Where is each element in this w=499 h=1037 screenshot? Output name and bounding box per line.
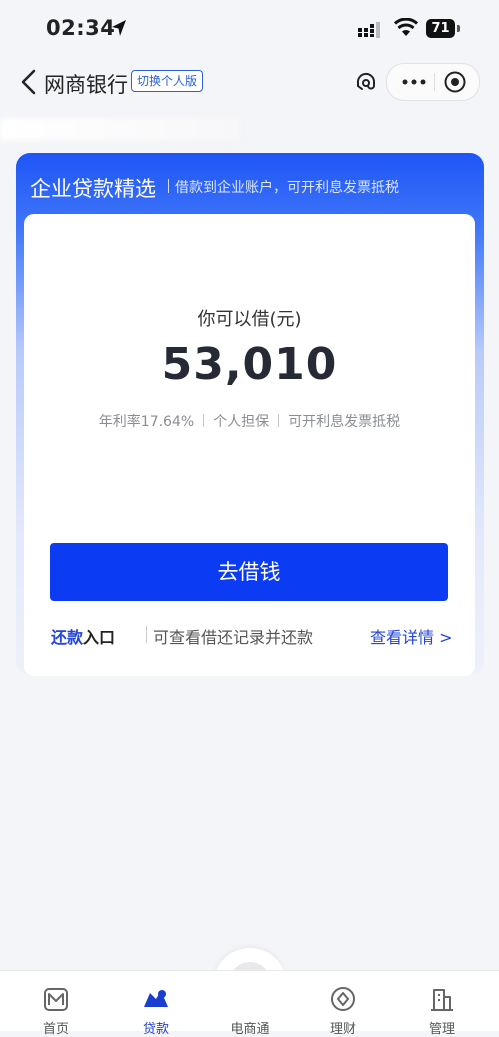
loan-icon <box>144 990 168 1007</box>
tab-management-label: 管理 <box>428 1022 455 1037</box>
wealth-icon <box>331 987 355 1011</box>
tab-home-label: 首页 <box>42 1022 69 1037</box>
notice-placeholder <box>0 118 240 140</box>
nav-bar: 网商银行 切换个人版 <box>0 60 499 104</box>
switch-personal-button[interactable]: 切换个人版 <box>131 70 204 92</box>
bottom-tab-bar: 首页 贷款 电商通 理财 管理 <box>0 970 499 1037</box>
tab-wealth[interactable]: 理财 <box>303 971 383 1037</box>
mini-program-capsule <box>386 63 480 101</box>
more-options-icon[interactable] <box>399 73 429 91</box>
close-target-icon[interactable] <box>443 70 467 94</box>
tab-ecommerce[interactable]: 电商通 <box>210 971 290 1037</box>
wifi-icon <box>394 18 418 36</box>
signal-icon <box>358 22 380 38</box>
loan-features: 年利率17.64% 个人担保 可开利息发票抵税 <box>24 411 475 431</box>
feature-guarantee: 个人担保 <box>213 414 270 430</box>
repay-description: 可查看借还记录并还款 <box>153 628 314 647</box>
repay-entry-rest: 入口 <box>83 628 116 647</box>
borrow-amount: 53,010 <box>161 339 338 390</box>
feature-rate: 年利率17.64% <box>98 414 195 430</box>
status-time: 02:34 <box>46 16 116 40</box>
capsule-divider <box>434 73 435 91</box>
battery-tip <box>457 25 460 32</box>
feature-invoice: 可开利息发票抵税 <box>288 414 401 430</box>
tab-wealth-label: 理财 <box>329 1022 356 1037</box>
home-icon <box>44 988 68 1011</box>
view-details-link[interactable]: 查看详情 > <box>370 624 453 648</box>
repay-divider <box>146 626 147 643</box>
customer-service-icon[interactable] <box>352 68 380 96</box>
tab-loan-label: 贷款 <box>142 1022 169 1037</box>
card-subtitle: 借款到企业账户，可开利息发票抵税 <box>168 177 399 197</box>
tab-home[interactable]: 首页 <box>16 971 96 1037</box>
status-bar: 02:34 71 <box>0 0 499 60</box>
back-arrow-icon[interactable] <box>18 68 38 96</box>
tab-loan[interactable]: 贷款 <box>116 971 196 1037</box>
page-title: 网商银行 <box>44 73 128 97</box>
card-title: 企业贷款精选 <box>30 177 156 201</box>
borrow-limit-label: 你可以借(元) <box>197 309 302 330</box>
loan-card: 企业贷款精选 借款到企业账户，可开利息发票抵税 你可以借(元) 53,010 年… <box>16 153 484 676</box>
tab-ecommerce-label: 电商通 <box>230 1022 270 1037</box>
loan-offer-panel: 你可以借(元) 53,010 年利率17.64% 个人担保 可开利息发票抵税 去借钱… <box>24 214 475 676</box>
repay-entry-bold: 还款 <box>51 628 84 647</box>
battery-indicator: 71 <box>426 19 455 38</box>
borrow-button[interactable]: 去借钱 <box>50 543 448 601</box>
location-arrow-icon <box>112 20 126 36</box>
tab-management[interactable]: 管理 <box>402 971 482 1037</box>
repay-entry-link[interactable]: 还款入口 <box>51 624 115 648</box>
management-icon <box>431 989 453 1011</box>
